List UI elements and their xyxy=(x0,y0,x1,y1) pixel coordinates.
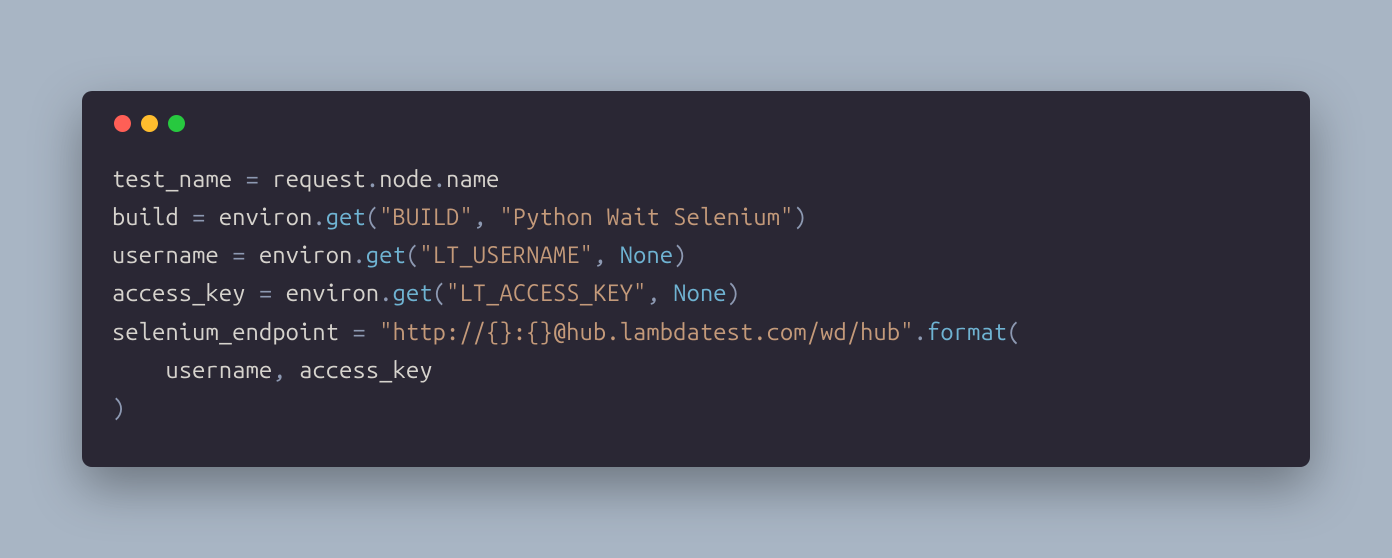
code-line-1: test_name = request.node.name xyxy=(112,166,500,192)
code-line-4: access_key = environ.get("LT_ACCESS_KEY"… xyxy=(112,280,740,306)
maximize-icon[interactable] xyxy=(168,115,185,132)
code-line-6: username, access_key xyxy=(112,357,433,383)
code-block: test_name = request.node.name build = en… xyxy=(112,160,1280,426)
code-line-2: build = environ.get("BUILD", "Python Wai… xyxy=(112,204,807,230)
window-controls xyxy=(112,115,1280,132)
code-line-7: ) xyxy=(112,395,125,421)
code-window: test_name = request.node.name build = en… xyxy=(82,91,1310,466)
close-icon[interactable] xyxy=(114,115,131,132)
code-line-5: selenium_endpoint = "http://{}:{}@hub.la… xyxy=(112,319,1021,345)
minimize-icon[interactable] xyxy=(141,115,158,132)
code-line-3: username = environ.get("LT_USERNAME", No… xyxy=(112,242,687,268)
